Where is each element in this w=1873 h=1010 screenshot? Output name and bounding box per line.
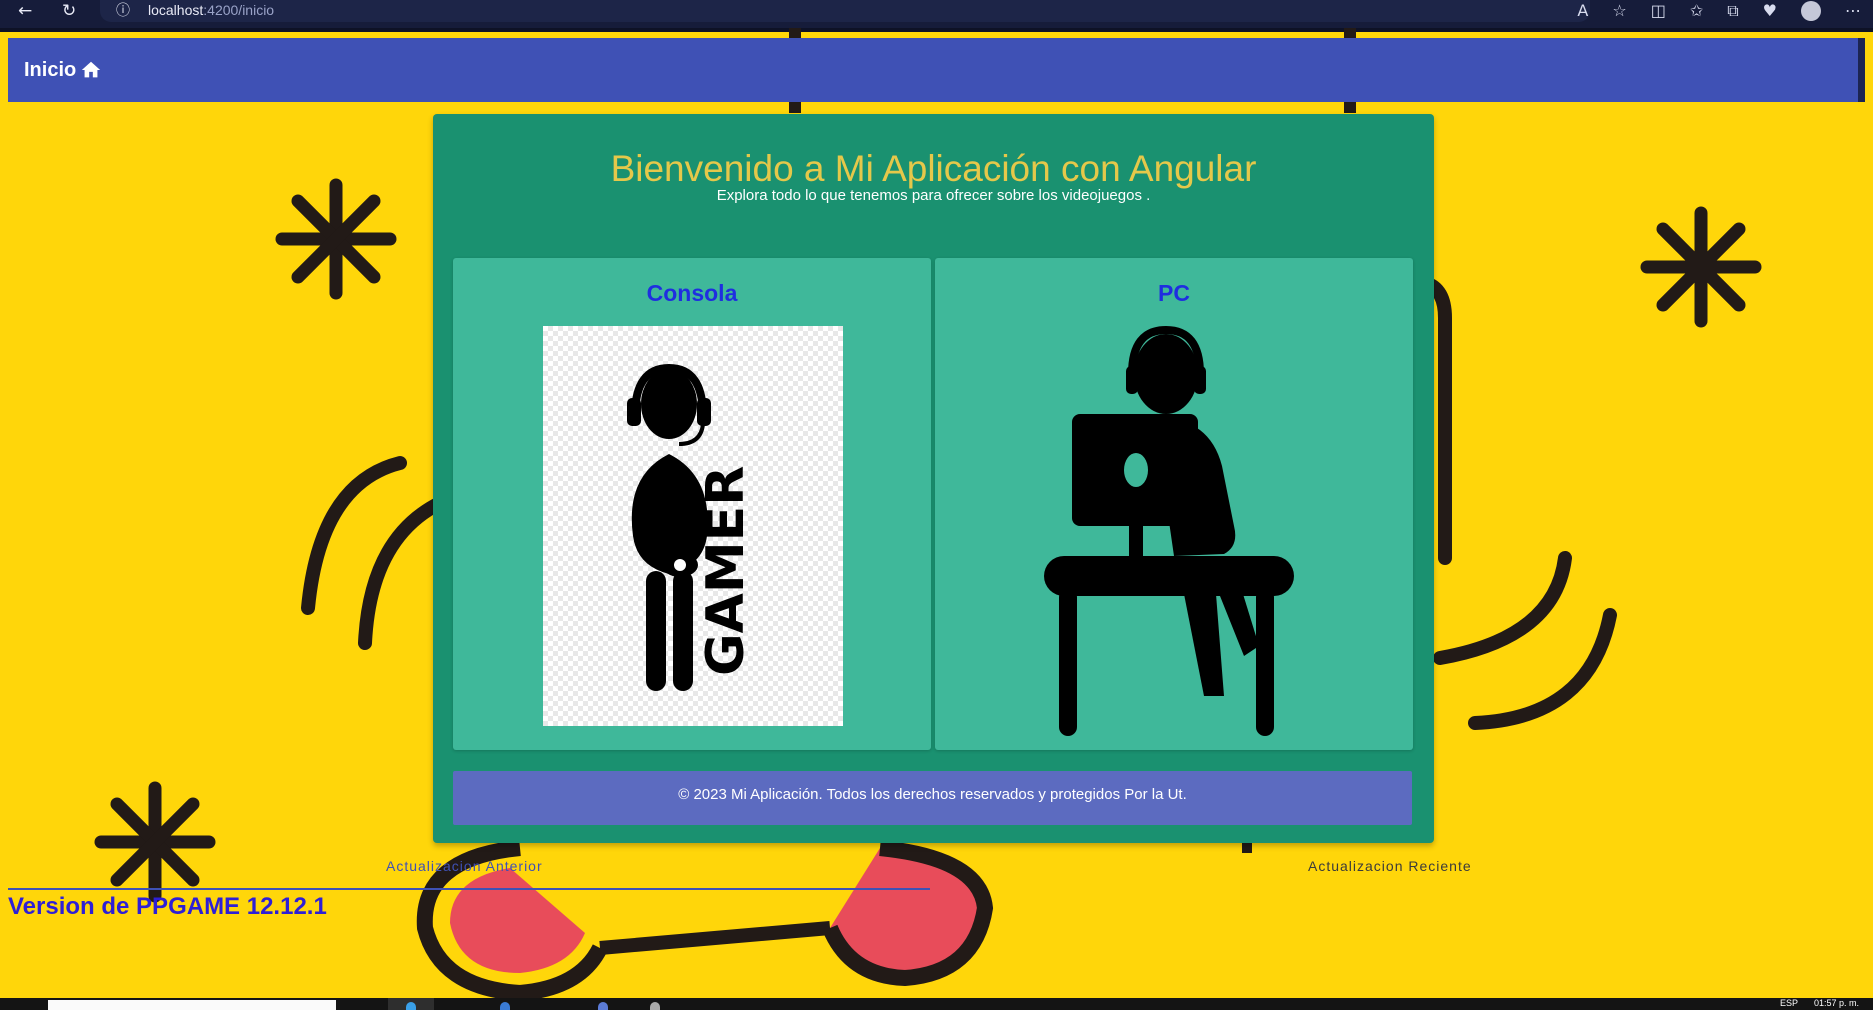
- footer-text: © 2023 Mi Aplicación. Todos los derechos…: [678, 786, 1187, 803]
- home-link[interactable]: Inicio: [24, 59, 102, 82]
- toolbar-edge: [1858, 38, 1865, 102]
- edge-browser-icon[interactable]: [406, 1002, 416, 1010]
- taskbar-app-icon[interactable]: [650, 1002, 660, 1010]
- language-indicator[interactable]: ESP: [1780, 998, 1798, 1008]
- gamer-figure-icon: GAMER: [627, 363, 756, 691]
- home-icon: [82, 61, 101, 78]
- home-link-label: Inicio: [24, 58, 77, 81]
- pc-card[interactable]: PC: [935, 258, 1413, 750]
- collections-icon[interactable]: ⧉: [1727, 1, 1738, 21]
- pc-title: PC: [1158, 280, 1190, 306]
- site-info-icon[interactable]: ⓘ: [116, 1, 130, 21]
- taskbar-app-icon[interactable]: [598, 1002, 608, 1010]
- browser-actions: A ☆ ◫ ✩ ⧉ ♥ ⋯: [1577, 1, 1861, 21]
- taskbar-thumbnail[interactable]: [48, 1000, 336, 1010]
- favorite-star-icon[interactable]: ☆: [1612, 1, 1626, 21]
- profile-avatar[interactable]: [1801, 1, 1821, 21]
- page-subtitle: Explora todo lo que tenemos para ofrecer…: [716, 187, 1151, 204]
- address-bar[interactable]: [100, 0, 1590, 22]
- extensions-icon[interactable]: ♥: [1763, 1, 1777, 21]
- more-menu-icon[interactable]: ⋯: [1845, 1, 1861, 21]
- clock[interactable]: 01:57 p. m.: [1814, 998, 1859, 1008]
- active-tab-underline: [8, 888, 930, 890]
- tab-actualizacion-reciente[interactable]: Actualizacion Reciente: [1308, 858, 1472, 874]
- favorites-list-icon[interactable]: ✩: [1690, 1, 1703, 21]
- system-tray: ESP 01:57 p. m.: [1780, 998, 1859, 1008]
- split-screen-icon[interactable]: ◫: [1651, 1, 1666, 21]
- tab-actualizacion-anterior[interactable]: Actualizacion Anterior: [386, 858, 543, 874]
- page-title: Bienvenido a Mi Aplicación con Angular: [610, 148, 1257, 189]
- app-toolbar: Inicio: [8, 38, 1865, 102]
- welcome-card: Bienvenido a Mi Aplicación con Angular E…: [433, 114, 1434, 843]
- version-label: Version de PPGAME 12.12.1: [8, 893, 327, 920]
- consola-card[interactable]: Consola GAMER: [453, 258, 931, 750]
- gamer-console-image[interactable]: GAMER: [543, 326, 843, 726]
- refresh-icon[interactable]: ↻: [62, 1, 76, 21]
- pc-gamer-image[interactable]: [1044, 326, 1304, 736]
- consola-title: Consola: [646, 280, 738, 306]
- url-text[interactable]: localhost:4200/inicio: [148, 2, 274, 18]
- browser-toolbar: ← ↻ ⓘ localhost:4200/inicio A ☆ ◫ ✩ ⧉ ♥ …: [0, 0, 1873, 28]
- gamer-logo-text: GAMER: [696, 466, 756, 676]
- back-arrow-icon[interactable]: ←: [18, 1, 32, 21]
- taskbar-app-icon[interactable]: [500, 1002, 510, 1010]
- read-aloud-icon[interactable]: A: [1577, 1, 1588, 21]
- os-taskbar: ESP 01:57 p. m.: [0, 998, 1873, 1010]
- footer-bar: © 2023 Mi Aplicación. Todos los derechos…: [453, 771, 1412, 825]
